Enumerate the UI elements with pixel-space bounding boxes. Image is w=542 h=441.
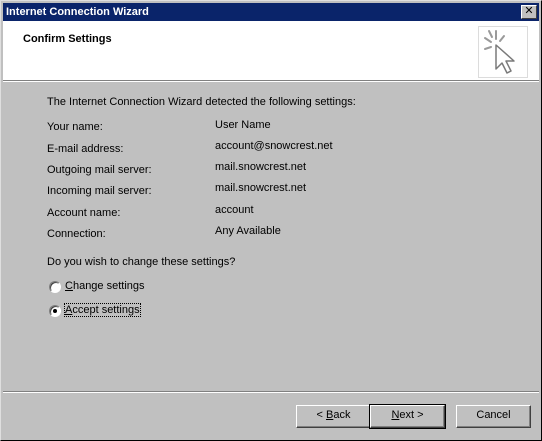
wizard-window: Internet Connection Wizard ✕ Confirm Set… [0,0,542,441]
intro-text: The Internet Connection Wizard detected … [47,96,356,108]
value-account-name: account [215,204,254,216]
label-outgoing-server: Outgoing mail server: [47,164,152,176]
label-connection: Connection: [47,228,106,240]
label-email-address: E-mail address: [47,143,124,155]
radio-change-settings-dot[interactable] [49,281,61,293]
value-incoming-server: mail.snowcrest.net [215,182,307,194]
window-title: Internet Connection Wizard [6,6,149,18]
title-bar[interactable]: Internet Connection Wizard ✕ [3,3,539,21]
label-your-name: Your name: [47,121,103,133]
close-icon: ✕ [524,5,534,17]
radio-change-settings[interactable]: Change settings [49,280,169,296]
wizard-cursor-sparkle-icon [478,26,528,78]
wizard-header: Confirm Settings [3,21,539,81]
header-separator [3,81,539,82]
change-question: Do you wish to change these settings? [47,256,236,268]
value-outgoing-server: mail.snowcrest.net [215,161,307,173]
value-email-address: account@snowcrest.net [215,140,333,152]
value-connection: Any Available [215,225,281,237]
radio-change-settings-label[interactable]: Change settings [65,280,145,292]
cancel-button[interactable]: Cancel [456,405,531,428]
close-button[interactable]: ✕ [521,5,537,19]
radio-accept-settings-label[interactable]: Accept settings [64,303,141,317]
back-button[interactable]: < Back [296,405,371,428]
value-your-name: User Name [215,119,271,131]
radio-accept-settings[interactable]: Accept settings [49,303,169,320]
page-title: Confirm Settings [23,33,112,45]
footer-separator-highlight [3,392,539,393]
next-button[interactable]: Next > [369,404,446,429]
label-incoming-server: Incoming mail server: [47,185,152,197]
radio-accept-settings-dot[interactable] [49,305,61,317]
label-account-name: Account name: [47,207,121,219]
